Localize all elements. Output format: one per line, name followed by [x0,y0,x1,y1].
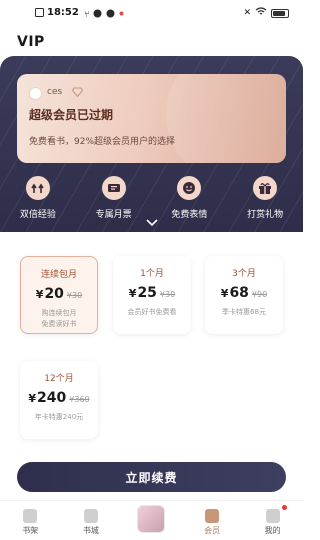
tab-promo[interactable] [121,501,182,540]
plan-original-price: ¥90 [251,290,268,299]
diamond-icon [72,87,83,97]
plan-name: 3个月 [232,269,256,279]
plan-description: 会员好书免费看 [127,308,177,316]
mute-icon: ✕ [243,8,251,18]
tab-label: 书城 [82,526,99,535]
plan-original-price: ¥30 [66,291,83,300]
plan-price: ¥68 [220,285,249,301]
plan-card-12-months[interactable]: 12个月 ¥240 ¥360 年卡特惠240元 [20,361,98,439]
plan-price: ¥20 [35,286,64,302]
tab-label: 会员 [204,526,221,535]
notification-icon [35,8,44,20]
promo-image [137,505,166,533]
crown-icon [205,509,220,523]
benefit-label: 打赏礼物 [247,210,284,220]
tab-label: 我的 [264,526,281,535]
tab-vip[interactable]: 会员 [182,501,243,540]
app-icon [106,9,115,21]
benefit-gift[interactable]: 打赏礼物 [227,176,303,224]
plan-original-price: ¥30 [159,290,176,299]
gift-icon [253,176,278,200]
benefit-label: 双倍经验 [19,210,56,220]
plan-name: 连续包月 [40,270,77,280]
membership-status: 超级会员已过期 [29,108,114,122]
double-exp-icon [25,176,50,200]
profile-icon [265,509,280,523]
benefit-label: 专属月票 [95,210,132,220]
page-title: VIP [17,34,45,50]
vip-status-card[interactable]: ces 超级会员已过期 免费看书，92%超级会员用户的选择 [17,74,286,163]
benefit-monthly-ticket[interactable]: 专属月票 [76,176,152,224]
plan-description: 购连续包月 免费读好书 [41,309,77,328]
page-header: VIP [0,26,303,58]
plan-card-3-months[interactable]: 3个月 ¥68 ¥90 季卡特惠68元 [205,256,283,334]
benefit-label: 免费表情 [171,210,208,220]
plan-card-continuous-monthly[interactable]: 连续包月 ¥20 ¥30 购连续包月 免费读好书 [20,256,98,334]
tab-bookstore[interactable]: 书城 [61,501,122,540]
battery-icon [271,8,289,18]
plan-original-price: ¥360 [69,395,90,404]
bottom-tab-bar: 书架 书城 会员 我的 [0,500,303,540]
message-icon [93,9,102,21]
avatar [29,87,42,100]
dot-icon [119,9,124,21]
plan-description: 季卡特惠68元 [222,308,266,316]
benefit-double-exp[interactable]: 双倍经验 [0,176,76,224]
wifi-icon [255,7,267,19]
tab-bookshelf[interactable]: 书架 [0,501,61,540]
notification-badge [281,505,287,510]
membership-description: 免费看书，92%超级会员用户的选择 [29,137,176,147]
username: ces [47,87,63,97]
renew-button[interactable]: 立即续费 [17,462,286,492]
ticket-icon [101,176,126,200]
tab-label: 书架 [22,526,39,535]
plan-price: ¥25 [128,285,157,301]
benefit-free-emoji[interactable]: 免费表情 [152,176,228,224]
benefits-row: 双倍经验 专属月票 免费表情 打赏礼物 [0,176,303,224]
plan-name: 12个月 [44,374,74,384]
status-icons-left: ⑂ [84,9,124,21]
plan-name: 1个月 [140,269,164,279]
bookshelf-icon [23,509,38,523]
emoji-icon [177,176,202,200]
bookstore-icon [83,509,98,523]
usb-icon: ⑂ [84,10,90,20]
plan-card-1-month[interactable]: 1个月 ¥25 ¥30 会员好书免费看 [113,256,191,334]
plan-description: 年卡特惠240元 [34,413,84,421]
clock: 18:52 [47,7,79,18]
status-icons-right: ✕ [243,7,289,19]
chevron-down-icon[interactable] [146,219,158,227]
tab-profile[interactable]: 我的 [242,501,303,540]
plan-price: ¥240 [28,390,67,406]
status-bar: 18:52 ⑂ ✕ [0,0,303,26]
